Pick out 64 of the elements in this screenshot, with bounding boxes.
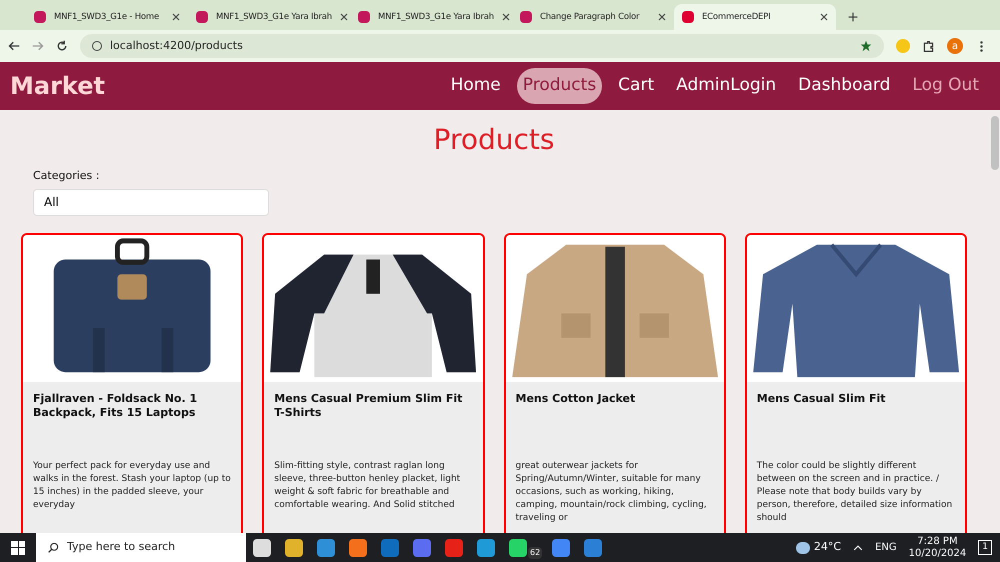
favicon-icon: [520, 11, 532, 23]
nav-link[interactable]: Log Out: [906, 68, 985, 104]
nav-link[interactable]: Dashboard: [792, 68, 896, 104]
language-indicator[interactable]: ENG: [875, 540, 897, 555]
weather-text: 24°C: [814, 539, 842, 556]
puzzle-icon[interactable]: [922, 40, 935, 52]
browser-tab[interactable]: MNF1_SWD3_G1e Yara Ibrah: [350, 4, 512, 30]
nav-link[interactable]: Products: [516, 68, 602, 104]
tab-title: Change Paragraph Color: [540, 10, 640, 24]
site-info-icon[interactable]: [92, 41, 102, 51]
reload-icon[interactable]: [56, 40, 68, 52]
close-icon[interactable]: [658, 13, 666, 21]
taskbar-app-icon[interactable]: [253, 538, 271, 556]
back-icon[interactable]: [8, 40, 20, 52]
filter-label: Categories :: [33, 168, 100, 184]
start-icon[interactable]: [11, 540, 25, 554]
tab-title: MNF1_SWD3_G1e - Home: [54, 10, 160, 24]
star-icon[interactable]: [860, 40, 872, 52]
product-title: Mens Casual Slim Fit: [756, 390, 887, 406]
product-title: Fjallraven - Foldsack No. 1 Backpack, Fits 15 Laptops: [32, 390, 198, 420]
close-icon[interactable]: [820, 13, 828, 21]
product-description: great outerwear jackets for Spring/Autumn/Winter, suitable for many occasions, such as working, hiking, camping, mountain/rock climbing, cycling, traveling or: [514, 460, 708, 524]
browser-tab[interactable]: MNF1_SWD3_G1e Yara Ibrah: [188, 4, 350, 30]
taskbar-app-icon[interactable]: [477, 538, 495, 556]
close-icon[interactable]: [340, 13, 348, 21]
tab-title: ECommerceDEPI: [702, 10, 772, 24]
address-bar[interactable]: localhost:4200/products: [80, 34, 884, 58]
search-icon[interactable]: [48, 542, 59, 553]
product-description: Slim-fitting style, contrast raglan long sleeve, three-button henley placket, light weight & soft fabric for breathable and comfortable wearing. And Solid stitched: [273, 460, 462, 512]
clock-date[interactable]: 10/20/2024: [908, 548, 966, 560]
app-badge: 62: [528, 546, 542, 558]
product-description: The color could be slightly different between on the screen and in practice. / Please note that body builds vary by person, therefore, detailed size information should: [756, 460, 954, 524]
browser-tab[interactable]: MNF1_SWD3_G1e - Home: [26, 4, 188, 30]
close-icon[interactable]: [502, 13, 510, 21]
search-placeholder: Type here to search: [67, 539, 176, 556]
taskbar-search[interactable]: Type here to search: [36, 533, 246, 562]
taskbar-app-icon[interactable]: [349, 538, 367, 556]
product-title: Mens Casual Premium Slim Fit T-Shirts: [273, 390, 464, 420]
chevron-up-icon[interactable]: [853, 542, 864, 552]
favicon-icon: [34, 11, 46, 23]
page-heading: Products: [432, 122, 556, 158]
forward-icon[interactable]: [32, 40, 44, 52]
close-icon[interactable]: [172, 13, 180, 21]
product-description: Your perfect pack for everyday use and walks in the forest. Stash your laptop (up to 15 inches) in the padded sleeve, your everyday: [32, 460, 232, 512]
browser-tab[interactable]: ECommerceDEPI: [674, 4, 836, 30]
clock-time[interactable]: 7:28 PM: [908, 536, 966, 548]
favicon-icon: [196, 11, 208, 23]
tab-title: MNF1_SWD3_G1e Yara Ibrah: [378, 10, 494, 24]
notification-count[interactable]: 1: [978, 540, 992, 556]
favicon-icon: [358, 11, 370, 23]
scrollbar-thumb[interactable]: [991, 116, 999, 170]
taskbar-app-icon[interactable]: [509, 538, 527, 556]
taskbar-app-icon[interactable]: [285, 538, 303, 556]
nav-link[interactable]: Home: [444, 68, 507, 104]
nav-link[interactable]: AdminLogin: [670, 68, 782, 104]
new-tab-icon[interactable]: [848, 12, 858, 22]
product-title: Mens Cotton Jacket: [514, 390, 636, 406]
favicon-icon: [682, 11, 694, 23]
category-select[interactable]: All: [33, 188, 269, 216]
nav-link[interactable]: Cart: [612, 68, 660, 104]
tab-title: MNF1_SWD3_G1e Yara Ibrah: [216, 10, 332, 24]
browser-tab[interactable]: Change Paragraph Color: [512, 4, 674, 30]
url-text: localhost:4200/products: [110, 38, 243, 54]
brand-logo[interactable]: Market: [10, 68, 105, 104]
